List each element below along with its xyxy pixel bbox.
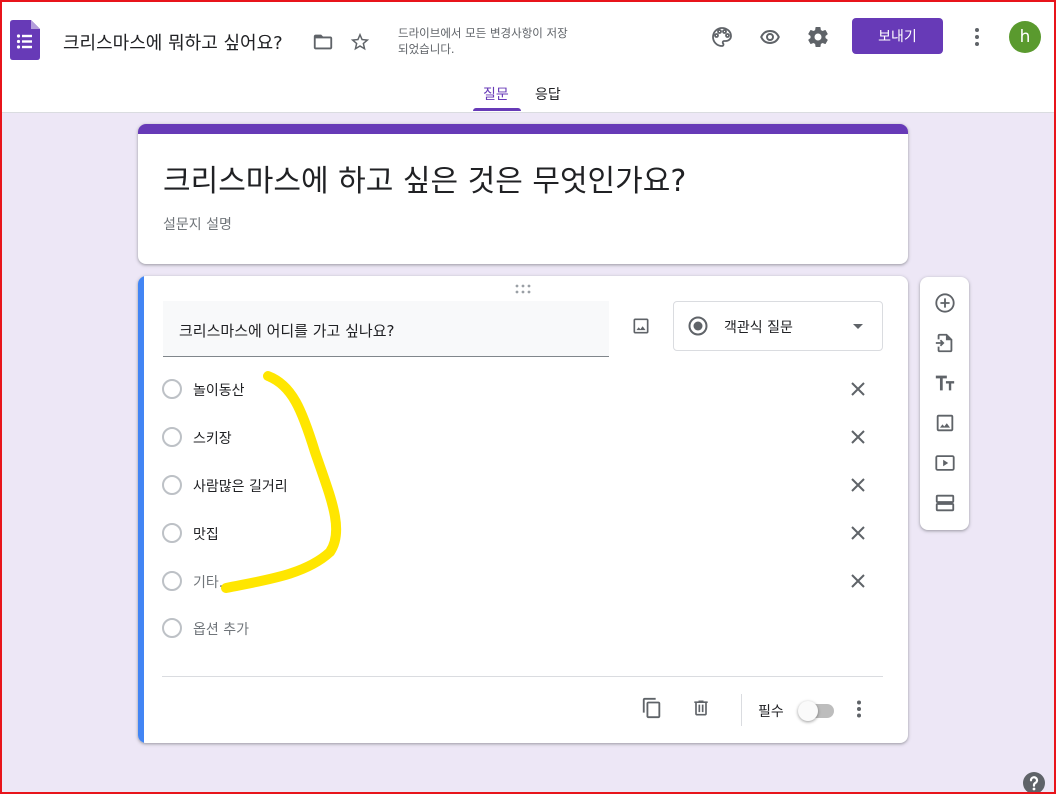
form-description-field[interactable]: 설문지 설명 <box>163 214 232 234</box>
eye-icon[interactable] <box>757 24 783 50</box>
option-label[interactable]: 맛집 <box>193 524 219 544</box>
palette-icon[interactable] <box>709 24 735 50</box>
option-label[interactable]: 사람많은 길거리 <box>193 476 288 496</box>
add-title-icon[interactable] <box>932 370 958 396</box>
remove-option-close-icon[interactable] <box>848 475 868 495</box>
remove-option-close-icon[interactable] <box>848 427 868 447</box>
option-row[interactable]: 놀이동산 <box>162 377 882 401</box>
required-label: 필수 <box>758 704 784 720</box>
import-questions-icon[interactable] <box>932 330 958 356</box>
remove-option-close-icon[interactable] <box>848 571 868 591</box>
drag-handle-icon[interactable] <box>514 284 532 294</box>
active-card-indicator <box>138 276 144 743</box>
add-option-row[interactable]: 옵션 추가 <box>162 616 882 640</box>
required-toggle[interactable] <box>798 701 836 721</box>
divider <box>162 676 883 677</box>
star-icon[interactable] <box>348 30 372 54</box>
floating-toolbar <box>920 277 969 530</box>
add-question-icon[interactable] <box>932 290 958 316</box>
question-title-input[interactable]: 크리스마스에 어디를 가고 싶나요? <box>163 301 609 357</box>
other-option-label: 기타... <box>193 575 233 591</box>
add-image-icon[interactable] <box>932 410 958 436</box>
question-card[interactable]: 크리스마스에 어디를 가고 싶나요? 객관식 질문 놀이동산 스키장 사람많은 … <box>138 276 908 743</box>
add-section-icon[interactable] <box>932 490 958 516</box>
folder-icon[interactable] <box>311 30 335 54</box>
option-row[interactable]: 스키장 <box>162 425 882 449</box>
active-tab-indicator <box>473 108 521 111</box>
add-image-icon[interactable] <box>630 315 652 337</box>
send-button[interactable]: 보내기 <box>852 18 943 54</box>
more-vert-icon[interactable] <box>966 24 988 50</box>
save-status: 드라이브에서 모든 변경사항이 저장되었습니다. <box>398 26 568 56</box>
option-row[interactable]: 맛집 <box>162 521 882 545</box>
option-row[interactable]: 사람많은 길거리 <box>162 473 882 497</box>
form-title-card: 크리스마스에 하고 싶은 것은 무엇인가요? 설문지 설명 <box>138 124 908 264</box>
more-vert-icon[interactable] <box>849 697 869 721</box>
add-video-icon[interactable] <box>932 450 958 476</box>
gear-icon[interactable] <box>805 24 831 50</box>
duplicate-icon[interactable] <box>640 696 664 720</box>
toggle-thumb <box>798 701 818 721</box>
option-label[interactable]: 스키장 <box>193 428 232 448</box>
radio-icon <box>162 475 182 495</box>
radio-icon <box>162 379 182 399</box>
radio-icon <box>162 618 182 638</box>
top-app-bar: 크리스마스에 뭐하고 싶어요? 드라이브에서 모든 변경사항이 저장되었습니다.… <box>0 0 1056 113</box>
tab-questions[interactable]: 질문 <box>483 84 509 104</box>
question-type-label: 객관식 질문 <box>724 320 793 336</box>
delete-icon[interactable] <box>689 696 713 720</box>
forms-logo-icon[interactable] <box>10 20 40 60</box>
theme-bar <box>138 124 908 134</box>
radio-icon <box>162 571 182 591</box>
radio-icon <box>162 523 182 543</box>
dropdown-arrow-icon <box>853 324 863 329</box>
radio-checked-icon <box>688 316 708 336</box>
form-title[interactable]: 크리스마스에 하고 싶은 것은 무엇인가요? <box>163 156 686 200</box>
divider <box>741 694 742 726</box>
question-title: 크리스마스에 어디를 가고 싶나요? <box>179 322 395 340</box>
remove-option-close-icon[interactable] <box>848 379 868 399</box>
other-option-row[interactable]: 기타... <box>162 569 882 593</box>
help-icon[interactable] <box>1022 771 1046 794</box>
avatar[interactable]: h <box>1009 21 1041 53</box>
radio-icon <box>162 427 182 447</box>
question-type-select[interactable]: 객관식 질문 <box>673 301 883 351</box>
option-label[interactable]: 놀이동산 <box>193 380 245 400</box>
tab-responses[interactable]: 응답 <box>535 84 561 104</box>
document-title[interactable]: 크리스마스에 뭐하고 싶어요? <box>63 29 283 55</box>
add-option-label[interactable]: 옵션 추가 <box>193 619 249 639</box>
remove-option-close-icon[interactable] <box>848 523 868 543</box>
